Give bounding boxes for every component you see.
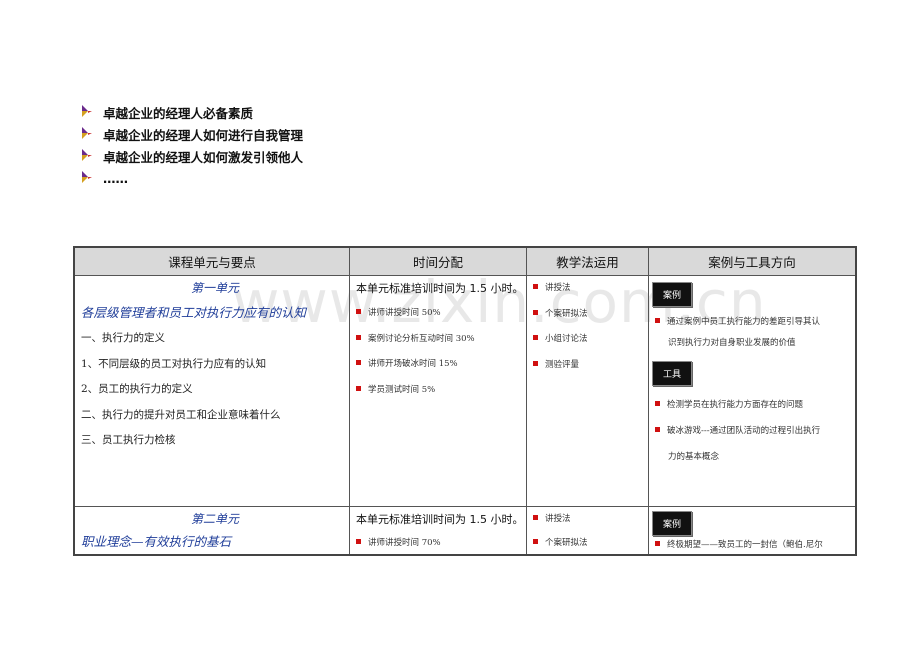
list-item: 讲师讲授时间 50% bbox=[350, 301, 526, 327]
list-item: 案例讨论分析互动时间 30% bbox=[350, 327, 526, 353]
square-bullet-icon bbox=[356, 309, 361, 314]
list-item: 小组讨论法 bbox=[527, 327, 648, 353]
square-bullet-icon bbox=[533, 309, 538, 315]
square-bullet-icon bbox=[533, 515, 538, 520]
square-bullet-icon bbox=[356, 334, 361, 340]
list-item: 测验评量 bbox=[527, 353, 648, 379]
list-item: 通过案例中员工执行能力的差距引导其认 bbox=[649, 311, 855, 333]
square-bullet-icon bbox=[356, 385, 361, 391]
list-item: 讲师讲授时间 70% bbox=[350, 532, 526, 554]
unit-point: 一、执行力的定义 bbox=[81, 332, 165, 344]
unit1-points-cell: 第一单元 各层级管理者和员工对执行力应有的认知 一、执行力的定义 1、不同层级的… bbox=[73, 275, 350, 507]
case-badge: 案例 bbox=[652, 282, 693, 307]
bullet-text: 卓越企业的经理人必备素质 bbox=[103, 105, 254, 121]
column-header-cases: 案例与工具方向 bbox=[648, 246, 857, 276]
list-item-continued: 力的基本概念 bbox=[668, 452, 720, 462]
tool-badge: 工具 bbox=[652, 361, 693, 386]
table-row: 第一单元 各层级管理者和员工对执行力应有的认知 一、执行力的定义 1、不同层级的… bbox=[73, 275, 857, 507]
unit2-cases-cell: 案例 终极期望——致员工的一封信（鲍伯.尼尔 bbox=[648, 506, 857, 556]
square-bullet-icon bbox=[533, 360, 538, 366]
unit-title: 第二单元 bbox=[190, 512, 239, 526]
column-header-time: 时间分配 bbox=[349, 246, 527, 276]
bullet-text: 卓越企业的经理人如何激发引领他人 bbox=[103, 149, 304, 165]
list-item: 卓越企业的经理人如何激发引领他人 bbox=[79, 145, 303, 167]
unit1-time-cell: 本单元标准培训时间为 1.5 小时。 讲师讲授时间 50% 案例讨论分析互动时间… bbox=[349, 275, 527, 507]
list-item: …… bbox=[79, 167, 303, 189]
list-item: 个案研拟法 bbox=[527, 532, 648, 554]
unit2-points-cell: 第二单元 职业理念—有效执行的基石 bbox=[73, 506, 350, 556]
arrow-bullet-icon bbox=[82, 127, 92, 139]
unit-point: 二、执行力的提升对员工和企业意味着什么 bbox=[81, 408, 281, 421]
case-badge: 案例 bbox=[652, 511, 693, 536]
time-summary: 本单元标准培训时间为 1.5 小时。 bbox=[356, 513, 524, 526]
square-bullet-icon bbox=[655, 318, 660, 323]
unit-point: 1、不同层级的员工对执行力应有的认知 bbox=[81, 357, 267, 370]
list-item: 讲师开场破冰时间 15% bbox=[350, 352, 526, 378]
unit2-time-cell: 本单元标准培训时间为 1.5 小时。 讲师讲授时间 70% bbox=[349, 506, 527, 556]
unit-point: 2、员工的执行力的定义 bbox=[81, 383, 193, 395]
arrow-bullet-icon bbox=[82, 149, 92, 161]
square-bullet-icon bbox=[655, 541, 660, 546]
time-summary: 本单元标准培训时间为 1.5 小时。 bbox=[356, 282, 524, 295]
arrow-bullet-icon bbox=[82, 171, 92, 183]
list-item: 检测学员在执行能力方面存在的问题 bbox=[649, 392, 855, 418]
unit-subtitle: 各层级管理者和员工对执行力应有的认知 bbox=[81, 305, 307, 320]
column-header-methods: 教学法运用 bbox=[526, 246, 649, 276]
square-bullet-icon bbox=[655, 401, 660, 406]
unit-point: 三、员工执行力检核 bbox=[81, 434, 176, 446]
unit1-methods-cell: 讲授法 个案研拟法 小组讨论法 测验评量 bbox=[526, 275, 649, 507]
square-bullet-icon bbox=[533, 539, 538, 544]
list-item: 破冰游戏---通过团队活动的过程引出执行 bbox=[649, 418, 855, 444]
square-bullet-icon bbox=[533, 284, 538, 289]
list-item: 讲授法 bbox=[527, 507, 648, 532]
bullet-text: 卓越企业的经理人如何进行自我管理 bbox=[103, 127, 304, 143]
list-item-continued: 识到执行力对自身职业发展的价值 bbox=[668, 338, 796, 348]
list-item: 学员测试时间 5% bbox=[350, 378, 526, 404]
list-item: 卓越企业的经理人必备素质 bbox=[79, 101, 303, 123]
unit-subtitle: 职业理念—有效执行的基石 bbox=[81, 534, 232, 549]
square-bullet-icon bbox=[356, 539, 361, 544]
column-header-units: 课程单元与要点 bbox=[73, 246, 350, 276]
list-item: 讲授法 bbox=[527, 276, 648, 302]
square-bullet-icon bbox=[533, 335, 538, 340]
table-header-row: 课程单元与要点 时间分配 教学法运用 案例与工具方向 bbox=[73, 246, 857, 276]
table-row: 第二单元 职业理念—有效执行的基石 本单元标准培训时间为 1.5 小时。 讲师讲… bbox=[73, 506, 857, 556]
unit2-methods-cell: 讲授法 个案研拟法 bbox=[526, 506, 649, 556]
square-bullet-icon bbox=[655, 427, 660, 432]
list-item: 个案研拟法 bbox=[527, 302, 648, 328]
list-item: 终极期望——致员工的一封信（鲍伯.尼尔 bbox=[649, 536, 855, 554]
unit-title: 第一单元 bbox=[190, 281, 239, 295]
bullet-text: …… bbox=[103, 170, 128, 186]
bullet-list: 卓越企业的经理人必备素质 卓越企业的经理人如何进行自我管理 卓越企业的经理人如何… bbox=[79, 101, 303, 189]
square-bullet-icon bbox=[356, 360, 361, 365]
arrow-bullet-icon bbox=[82, 105, 92, 117]
unit1-cases-cell: 案例 通过案例中员工执行能力的差距引导其认 识到执行力对自身职业发展的价值 工具… bbox=[648, 275, 857, 507]
course-table: 课程单元与要点 时间分配 教学法运用 案例与工具方向 第一单元 各层级管理者和员… bbox=[73, 246, 857, 556]
list-item: 卓越企业的经理人如何进行自我管理 bbox=[79, 123, 303, 145]
